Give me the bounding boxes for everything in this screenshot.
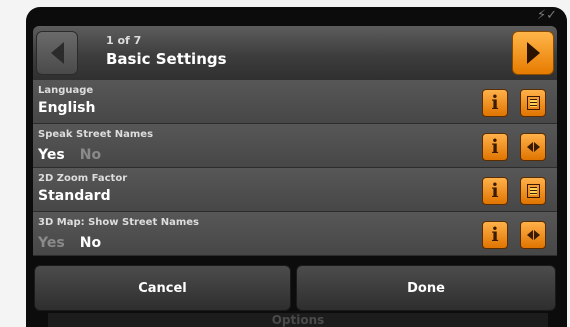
setting-value: Standard — [38, 188, 111, 204]
status-icons: ⚡✓ — [536, 8, 557, 23]
info-button[interactable]: i — [482, 89, 508, 117]
toggle-button[interactable] — [520, 221, 546, 249]
toggle-button[interactable] — [520, 133, 546, 161]
info-icon: i — [491, 91, 499, 114]
settings-header: 1 of 7 Basic Settings — [33, 26, 557, 80]
setting-label: 3D Map: Show Street Names — [38, 217, 200, 228]
arrow-right-icon — [526, 42, 540, 64]
list-icon — [526, 184, 540, 198]
option-no[interactable]: No — [80, 235, 101, 251]
setting-label: Language — [38, 85, 94, 96]
setting-row-speak-street-names[interactable]: Speak Street Names Yes No i — [33, 124, 557, 168]
left-right-arrows-icon — [526, 142, 540, 152]
setting-label: 2D Zoom Factor — [38, 173, 128, 184]
setting-label: Speak Street Names — [38, 129, 154, 140]
list-button[interactable] — [520, 89, 546, 117]
done-button[interactable]: Done — [296, 265, 556, 311]
arrow-left-icon — [50, 42, 64, 64]
info-button[interactable]: i — [482, 133, 508, 161]
page-title: Basic Settings — [106, 50, 227, 68]
next-page-button[interactable] — [512, 31, 554, 75]
info-button[interactable]: i — [482, 221, 508, 249]
list-icon — [526, 96, 540, 110]
info-button[interactable]: i — [482, 177, 508, 205]
info-icon: i — [491, 223, 499, 246]
previous-page-button[interactable] — [36, 31, 78, 75]
background-options-bar: Options — [48, 313, 548, 327]
device-screen: ⚡✓ 1 of 7 Basic Settings Language Englis… — [26, 7, 567, 327]
setting-value: English — [38, 100, 96, 116]
left-right-arrows-icon — [526, 230, 540, 240]
setting-row-3d-map-street-names[interactable]: 3D Map: Show Street Names Yes No i — [33, 212, 557, 256]
option-yes[interactable]: Yes — [38, 147, 65, 163]
option-yes[interactable]: Yes — [38, 235, 65, 251]
toggle-options: Yes No — [38, 144, 111, 163]
info-icon: i — [491, 135, 499, 158]
setting-row-language[interactable]: Language English i — [33, 80, 557, 124]
setting-row-2d-zoom-factor[interactable]: 2D Zoom Factor Standard i — [33, 168, 557, 212]
option-no[interactable]: No — [80, 147, 101, 163]
toggle-options: Yes No — [38, 232, 111, 251]
list-button[interactable] — [520, 177, 546, 205]
info-icon: i — [491, 179, 499, 202]
cancel-button[interactable]: Cancel — [34, 265, 291, 311]
page-count: 1 of 7 — [106, 34, 142, 47]
